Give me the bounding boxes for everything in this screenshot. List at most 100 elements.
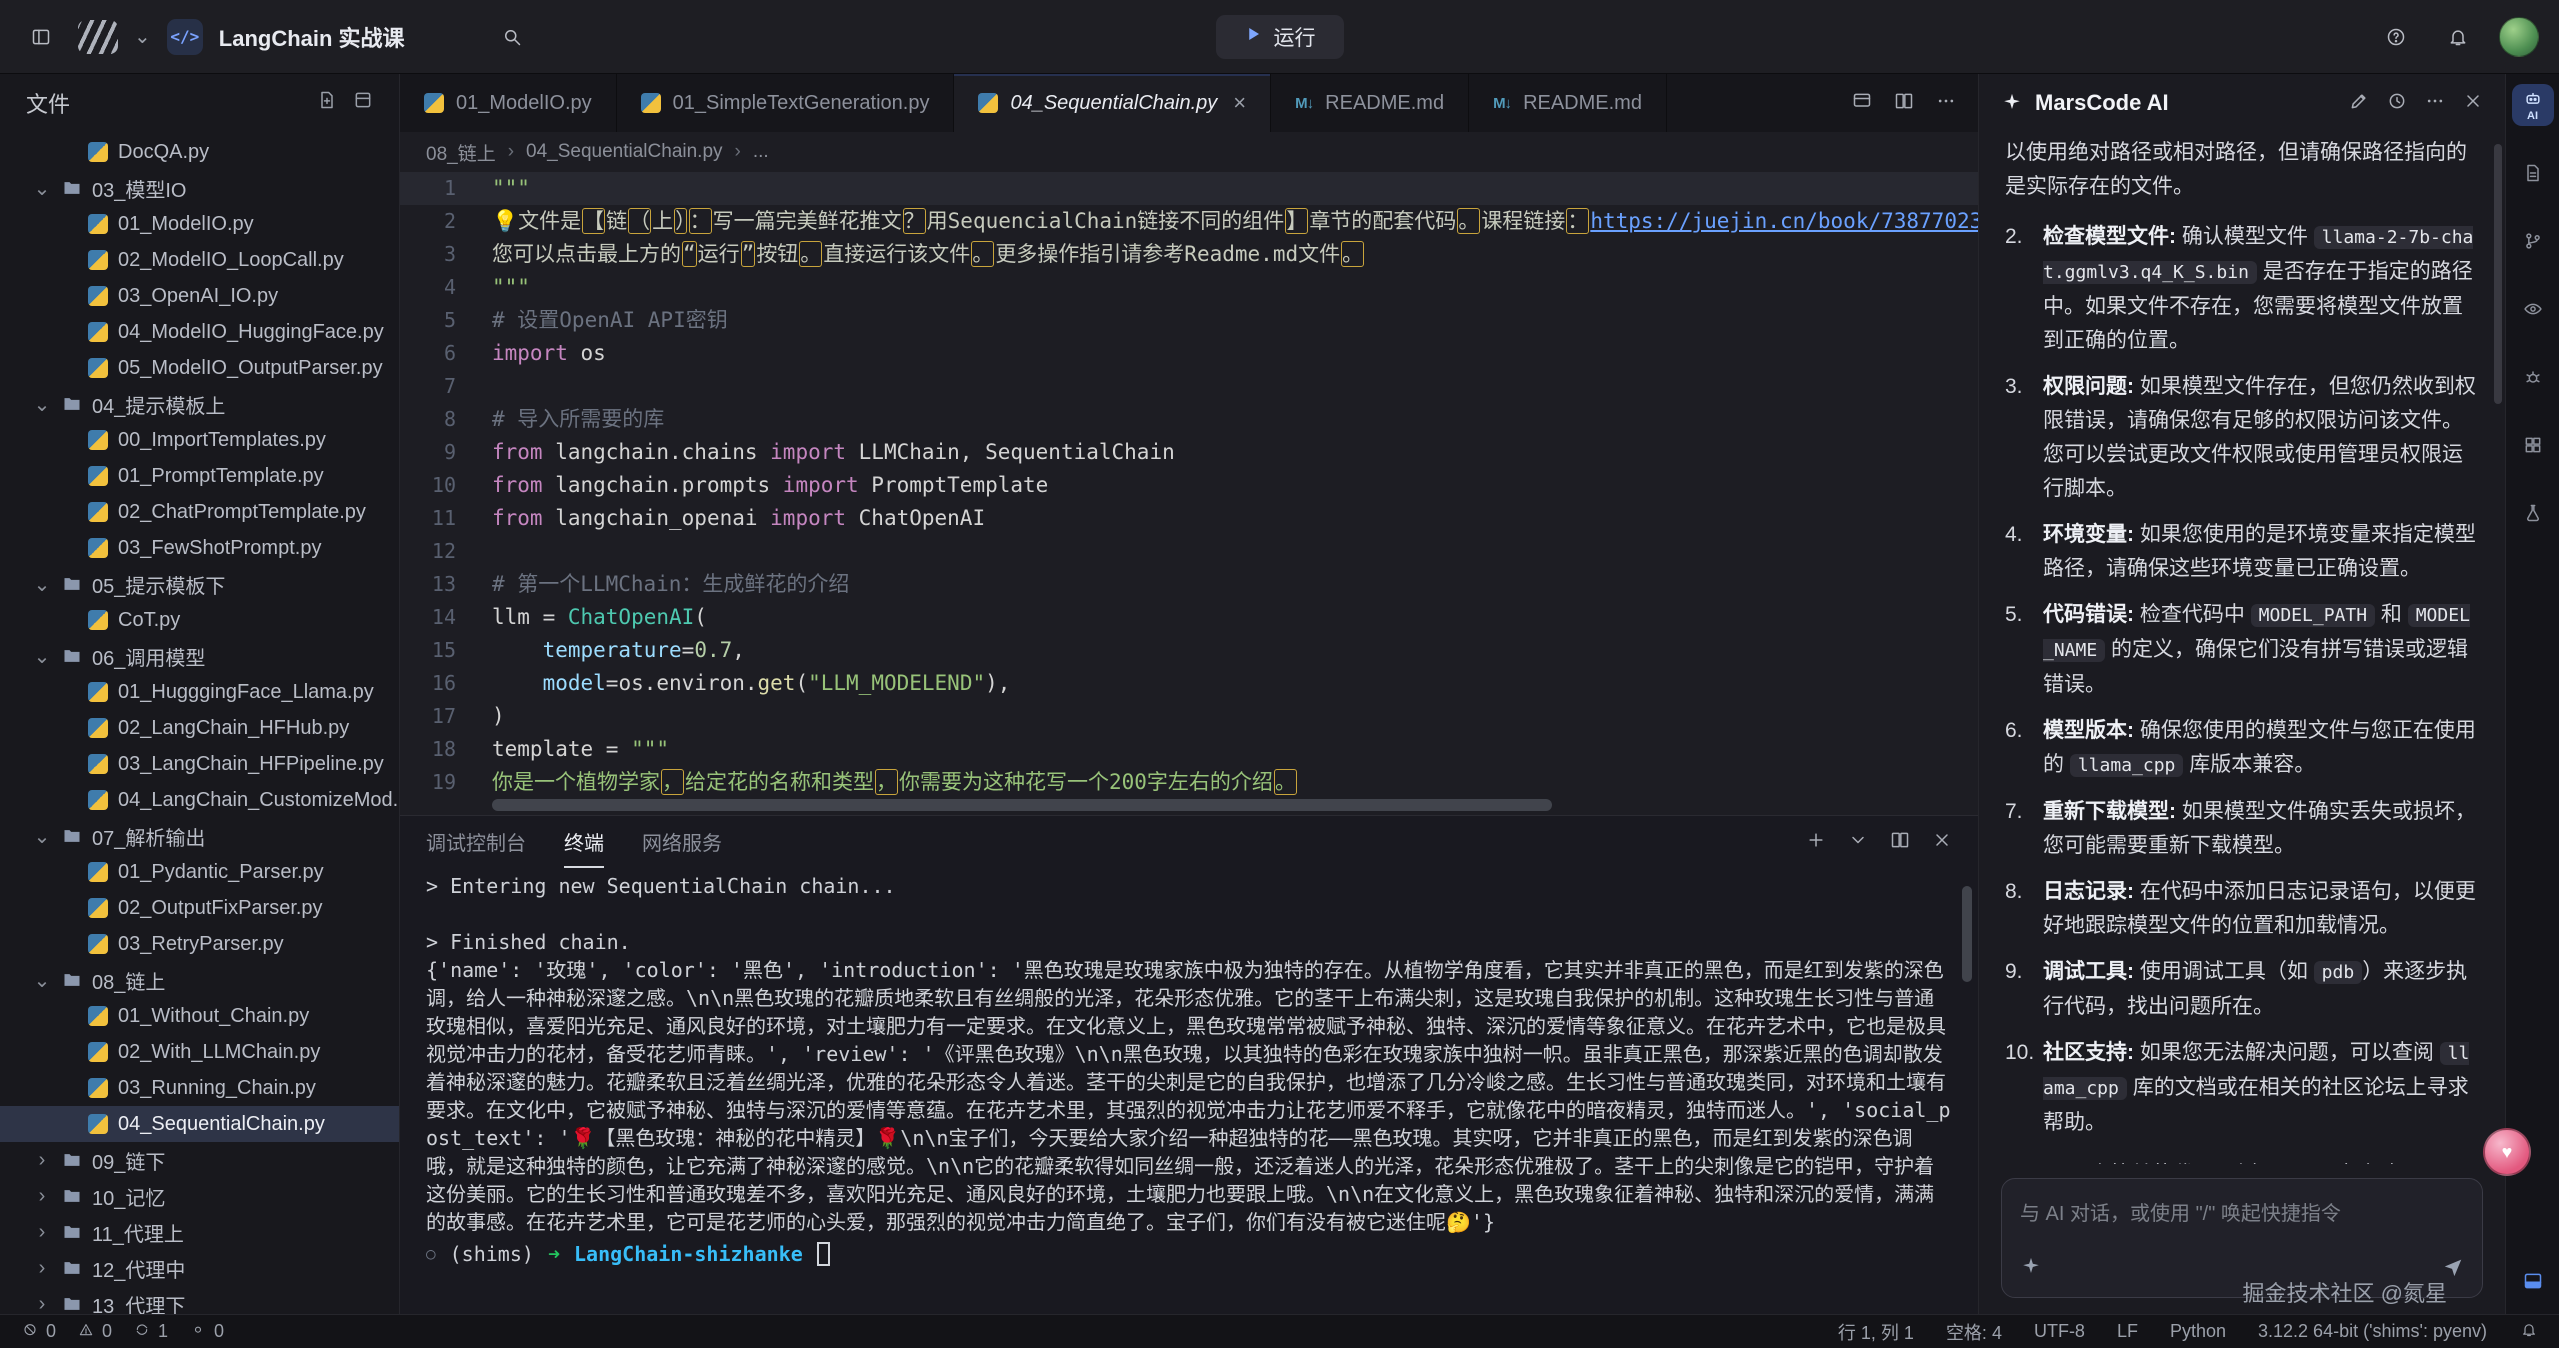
terminal-prompt[interactable]: ○ (shims) ➜ LangChain-shizhanke: [426, 1240, 1952, 1268]
tree-file-04_ModelIO_HuggingFace.py[interactable]: 04_ModelIO_HuggingFace.py: [0, 314, 399, 350]
tab-04_SequentialChain.py[interactable]: 04_SequentialChain.py×: [954, 74, 1271, 132]
tree-file-03_RetryParser.py[interactable]: 03_RetryParser.py: [0, 926, 399, 962]
close-ai-panel-icon[interactable]: [2463, 91, 2483, 116]
more-actions-icon[interactable]: [1936, 91, 1956, 116]
panel-toggle-icon[interactable]: [2512, 1260, 2554, 1302]
tree-file-03_OpenAI_IO.py[interactable]: 03_OpenAI_IO.py: [0, 278, 399, 314]
tree-file-01_Without_Chain.py[interactable]: 01_Without_Chain.py: [0, 998, 399, 1034]
debug-icon[interactable]: [2512, 356, 2554, 398]
tab-01_SimpleTextGeneration.py[interactable]: 01_SimpleTextGeneration.py: [617, 74, 955, 132]
folder-label: 07_解析输出: [92, 822, 205, 851]
ai-messages[interactable]: 以使用绝对路径或相对路径，但请确保路径指向的是实际存在的文件。 2.检查模型文件…: [1979, 132, 2505, 1164]
status-segment[interactable]: Python: [2170, 1321, 2226, 1342]
chevron-down-icon[interactable]: ⌄: [134, 24, 151, 49]
test-icon[interactable]: [2512, 492, 2554, 534]
search-icon[interactable]: [491, 16, 533, 58]
project-name[interactable]: LangChain 实战课: [219, 21, 405, 53]
breadcrumb-item[interactable]: 08_链上: [426, 139, 496, 166]
tree-file-02_With_LLMChain.py[interactable]: 02_With_LLMChain.py: [0, 1034, 399, 1070]
status-segment[interactable]: LF: [2117, 1321, 2138, 1342]
tab-README.md[interactable]: M↓README.md: [1469, 74, 1667, 132]
close-tab-icon[interactable]: ×: [1233, 90, 1246, 116]
app-logo[interactable]: [78, 20, 118, 54]
horizontal-scrollbar[interactable]: [492, 799, 1552, 811]
extensions-icon[interactable]: [2512, 424, 2554, 466]
new-chat-icon[interactable]: [2349, 91, 2369, 116]
tree-file-01_ModelIO.py[interactable]: 01_ModelIO.py: [0, 206, 399, 242]
status-error-count[interactable]: 0: [20, 1319, 56, 1344]
history-icon[interactable]: [2387, 91, 2407, 116]
tree-file-03_LangChain_HFPipeline.py[interactable]: 03_LangChain_HFPipeline.py: [0, 746, 399, 782]
bell-icon[interactable]: [2437, 16, 2479, 58]
tree-folder-09_链下[interactable]: ›09_链下: [0, 1142, 399, 1178]
run-button[interactable]: 运行: [1216, 15, 1344, 59]
status-dot-count[interactable]: 0: [188, 1319, 224, 1344]
new-terminal-icon[interactable]: [1806, 830, 1826, 855]
breadcrumb[interactable]: 08_链上›04_SequentialChain.py›...: [400, 132, 1978, 172]
tree-folder-12_代理中[interactable]: ›12_代理中: [0, 1250, 399, 1286]
panel-tab-终端[interactable]: 终端: [564, 816, 604, 868]
status-sync-count[interactable]: 1: [132, 1319, 168, 1344]
tree-file-02_ModelIO_LoopCall.py[interactable]: 02_ModelIO_LoopCall.py: [0, 242, 399, 278]
status-segment[interactable]: 3.12.2 64-bit ('shims': pyenv): [2258, 1321, 2487, 1342]
docs-icon[interactable]: [2512, 152, 2554, 194]
tree-file-03_Running_Chain.py[interactable]: 03_Running_Chain.py: [0, 1070, 399, 1106]
sidebar-toggle-icon[interactable]: [20, 16, 62, 58]
tree-folder-07_解析输出[interactable]: ⌄07_解析输出: [0, 818, 399, 854]
tree-file-05_ModelIO_OutputParser.py[interactable]: 05_ModelIO_OutputParser.py: [0, 350, 399, 386]
breadcrumb-item[interactable]: ...: [753, 141, 769, 163]
ai-scrollbar[interactable]: [2494, 144, 2502, 404]
course-link[interactable]: https://juejin.cn/book/7387702347436138: [1590, 209, 1978, 233]
avatar[interactable]: [2499, 17, 2539, 57]
tree-folder-10_记忆[interactable]: ›10_记忆: [0, 1178, 399, 1214]
tree-file-02_LangChain_HFHub.py[interactable]: 02_LangChain_HFHub.py: [0, 710, 399, 746]
panel-tab-调试控制台[interactable]: 调试控制台: [426, 816, 526, 868]
status-bell-icon[interactable]: [2519, 1319, 2539, 1344]
tree-file-01_HugggingFace_Llama.py[interactable]: 01_HugggingFace_Llama.py: [0, 674, 399, 710]
terminal-output[interactable]: > Entering new SequentialChain chain... …: [400, 868, 1978, 1314]
python-file-icon: [88, 862, 108, 882]
tree-file-03_FewShotPrompt.py[interactable]: 03_FewShotPrompt.py: [0, 530, 399, 566]
marscode-ai-icon[interactable]: AI: [2512, 84, 2554, 126]
tree-folder-08_链上[interactable]: ⌄08_链上: [0, 962, 399, 998]
tree-folder-13_代理下[interactable]: ›13_代理下: [0, 1286, 399, 1314]
terminal-scrollbar[interactable]: [1962, 886, 1972, 982]
tree-file-02_ChatPromptTemplate.py[interactable]: 02_ChatPromptTemplate.py: [0, 494, 399, 530]
tab-01_ModelIO.py[interactable]: 01_ModelIO.py: [400, 74, 617, 132]
tree-file-01_PromptTemplate.py[interactable]: 01_PromptTemplate.py: [0, 458, 399, 494]
close-panel-icon[interactable]: [1932, 830, 1952, 855]
tree-file-00_ImportTemplates.py[interactable]: 00_ImportTemplates.py: [0, 422, 399, 458]
tree-file-04_LangChain_CustomizeMod...[interactable]: 04_LangChain_CustomizeMod...: [0, 782, 399, 818]
collapse-folders-icon[interactable]: [353, 90, 373, 116]
breadcrumb-item[interactable]: 04_SequentialChain.py: [526, 141, 723, 163]
tree-folder-05_提示模板下[interactable]: ⌄05_提示模板下: [0, 566, 399, 602]
floating-assistant-badge[interactable]: ♥: [2483, 1128, 2531, 1176]
more-icon[interactable]: [2425, 91, 2445, 116]
tree-file-DocQA.py[interactable]: DocQA.py: [0, 134, 399, 170]
tab-README.md[interactable]: M↓README.md: [1271, 74, 1469, 132]
tree-folder-03_模型IO[interactable]: ⌄03_模型IO: [0, 170, 399, 206]
tree-file-02_OutputFixParser.py[interactable]: 02_OutputFixParser.py: [0, 890, 399, 926]
status-warn-count[interactable]: 0: [76, 1319, 112, 1344]
help-icon[interactable]: [2375, 16, 2417, 58]
status-segment[interactable]: UTF-8: [2034, 1321, 2085, 1342]
tree-folder-04_提示模板上[interactable]: ⌄04_提示模板上: [0, 386, 399, 422]
split-editor-icon[interactable]: [1894, 91, 1914, 116]
source-control-icon[interactable]: [2512, 220, 2554, 262]
new-file-icon[interactable]: [317, 90, 337, 116]
status-segment[interactable]: 空格: 4: [1946, 1319, 2002, 1345]
markdown-icon: M↓: [1295, 95, 1313, 112]
panel-tab-网络服务[interactable]: 网络服务: [642, 816, 722, 868]
preview-icon[interactable]: [2512, 288, 2554, 330]
tree-folder-06_调用模型[interactable]: ⌄06_调用模型: [0, 638, 399, 674]
tree-folder-11_代理上[interactable]: ›11_代理上: [0, 1214, 399, 1250]
open-preview-icon[interactable]: [1852, 91, 1872, 116]
tree-file-04_SequentialChain.py[interactable]: 04_SequentialChain.py: [0, 1106, 399, 1142]
terminal-dropdown-icon[interactable]: [1848, 830, 1868, 855]
tree-file-01_Pydantic_Parser.py[interactable]: 01_Pydantic_Parser.py: [0, 854, 399, 890]
code-editor[interactable]: 1"""2💡文件是【链（上）：写一篇完美鲜花推文？用SequencialChai…: [400, 172, 1978, 815]
slash-command-icon[interactable]: [2020, 1256, 2042, 1283]
tree-file-CoT.py[interactable]: CoT.py: [0, 602, 399, 638]
split-terminal-icon[interactable]: [1890, 830, 1910, 855]
status-segment[interactable]: 行 1, 列 1: [1838, 1319, 1914, 1345]
